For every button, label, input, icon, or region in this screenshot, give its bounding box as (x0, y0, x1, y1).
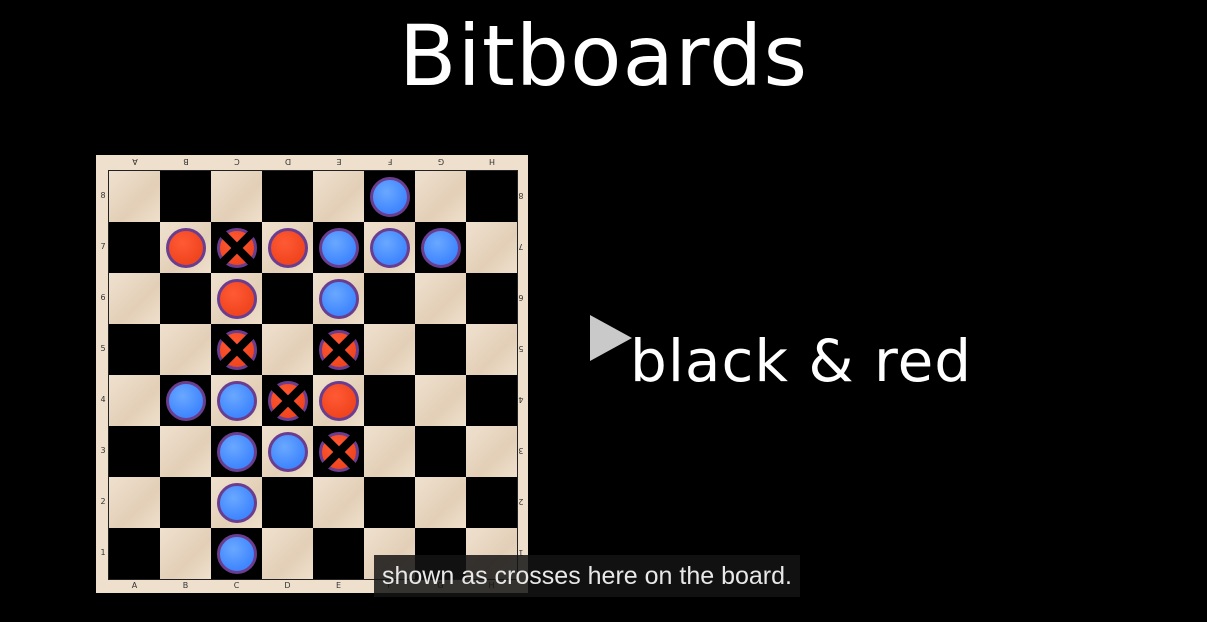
rank-label-right: 8 (518, 190, 524, 200)
checkers-board: ABCDEFGHABCDEFGH8877665544332211 (96, 155, 528, 593)
board-square (466, 222, 517, 273)
red-piece (216, 278, 257, 319)
cross-icon (214, 225, 259, 270)
board-square (364, 273, 415, 324)
rank-label-left: 5 (100, 343, 106, 353)
board-square (364, 375, 415, 426)
rank-label-right: 7 (518, 241, 524, 251)
board-square (109, 426, 160, 477)
board-square (415, 273, 466, 324)
blue-piece (216, 431, 257, 472)
board-square (415, 324, 466, 375)
file-label-top: G (437, 157, 444, 166)
board-square (364, 477, 415, 528)
blue-piece (165, 380, 206, 421)
board-square (415, 426, 466, 477)
board-square (415, 477, 466, 528)
rank-label-left: 2 (100, 496, 106, 506)
rank-label-left: 3 (100, 445, 106, 455)
board-square (415, 171, 466, 222)
blue-piece (216, 380, 257, 421)
board-square (109, 171, 160, 222)
board-square (262, 273, 313, 324)
board-square (262, 528, 313, 579)
rank-label-left: 4 (100, 394, 106, 404)
file-label-bottom: C (233, 581, 240, 590)
board-square (466, 324, 517, 375)
file-label-top: D (284, 157, 291, 166)
video-caption: shown as crosses here on the board. (374, 555, 800, 597)
blue-piece (420, 227, 461, 268)
rank-label-left: 8 (100, 190, 106, 200)
blue-piece (369, 176, 410, 217)
file-label-bottom: D (284, 581, 291, 590)
board-square (160, 528, 211, 579)
board-square (313, 528, 364, 579)
file-label-top: A (131, 157, 138, 166)
board-square (313, 477, 364, 528)
board-square (109, 324, 160, 375)
board-square (109, 528, 160, 579)
rank-label-left: 7 (100, 241, 106, 251)
board-square (364, 324, 415, 375)
board-square (466, 375, 517, 426)
file-label-bottom: E (335, 581, 342, 590)
file-label-top: C (233, 157, 240, 166)
board-square (109, 273, 160, 324)
board-square (160, 477, 211, 528)
cross-icon (265, 378, 310, 423)
board-square (109, 477, 160, 528)
slide-title: Bitboards (398, 7, 809, 105)
board-square (466, 171, 517, 222)
play-triangle-icon (590, 315, 632, 361)
board-square (262, 171, 313, 222)
blue-piece (318, 278, 359, 319)
cross-icon (214, 327, 259, 372)
file-label-top: H (488, 157, 495, 166)
board-square (160, 426, 211, 477)
rank-label-right: 2 (518, 496, 524, 506)
rank-label-right: 5 (518, 343, 524, 353)
board-square (262, 324, 313, 375)
rank-label-left: 1 (100, 547, 106, 557)
red-piece (165, 227, 206, 268)
board-square (415, 375, 466, 426)
blue-piece (216, 482, 257, 523)
board-square (109, 375, 160, 426)
blue-piece (318, 227, 359, 268)
board-square (466, 273, 517, 324)
rank-label-right: 6 (518, 292, 524, 302)
file-label-top: F (387, 157, 392, 166)
blue-piece (267, 431, 308, 472)
board-square (466, 477, 517, 528)
board-square (160, 171, 211, 222)
blue-piece (216, 533, 257, 574)
board-square (160, 273, 211, 324)
cross-icon (316, 327, 361, 372)
file-label-bottom: B (182, 581, 189, 590)
board-square (364, 426, 415, 477)
blue-piece (369, 227, 410, 268)
board-grid (108, 170, 518, 580)
file-label-top: E (335, 157, 342, 166)
bullet-text: black & red (630, 327, 973, 395)
board-square (466, 426, 517, 477)
board-square (109, 222, 160, 273)
board-square (313, 171, 364, 222)
rank-label-left: 6 (100, 292, 106, 302)
board-square (262, 477, 313, 528)
board-square (211, 171, 262, 222)
file-label-top: B (182, 157, 189, 166)
rank-label-right: 4 (518, 394, 524, 404)
rank-label-right: 3 (518, 445, 524, 455)
red-piece (267, 227, 308, 268)
red-piece (318, 380, 359, 421)
board-square (160, 324, 211, 375)
cross-icon (316, 429, 361, 474)
file-label-bottom: A (131, 581, 138, 590)
